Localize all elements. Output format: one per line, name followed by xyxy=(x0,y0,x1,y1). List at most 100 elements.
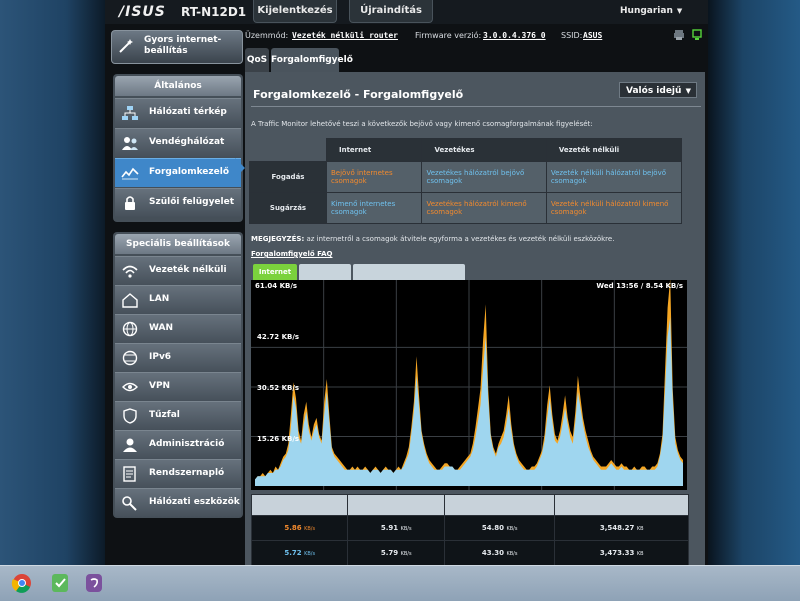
sidebar-item-label: Tűzfal xyxy=(149,410,180,420)
taskbar-viber-button[interactable] xyxy=(80,570,108,596)
view-mode-value: Valós idejű xyxy=(626,86,682,96)
sidebar-item-wan[interactable]: WAN xyxy=(115,314,241,343)
sidebar-item-guest-network[interactable]: Vendéghálózat xyxy=(115,128,241,157)
quick-setup-button[interactable]: Gyors internet-beállítás xyxy=(111,30,243,64)
operation-mode-label: Üzemmód: xyxy=(245,31,289,40)
y-axis-tick-label: 42.72 KB/s xyxy=(257,333,300,341)
sidebar-item-label: Forgalomkezelő xyxy=(149,167,230,177)
stats-value: 5.91 xyxy=(380,524,399,532)
stats-unit: KB/s xyxy=(506,551,518,557)
general-panel-title: Általános xyxy=(115,76,241,96)
table-cell[interactable]: Bejövő internetes csomagok xyxy=(325,161,423,193)
sidebar-item-firewall[interactable]: Tűzfal xyxy=(115,401,241,430)
stats-cell: 3,548.27 KB xyxy=(554,515,689,541)
sidebar-item-wireless[interactable]: Vezeték nélküli xyxy=(115,256,241,285)
header-bar: /ISUS RT-N12D1 Kijelentkezés Újraindítás… xyxy=(105,0,708,24)
sidebar-item-lan[interactable]: LAN xyxy=(115,285,241,314)
stats-unit: KB/s xyxy=(400,551,412,557)
table-cell[interactable]: Vezetékes hálózatról bejövő csomagok xyxy=(421,161,547,193)
traffic-graph: 61.04 KB/s 42.72 KB/s 30.52 KB/s 15.26 K… xyxy=(251,280,687,490)
table-cell[interactable]: Vezetékes hálózatról kimenő csomagok xyxy=(421,192,547,224)
y-axis-tick-label: 30.52 KB/s xyxy=(257,384,300,392)
graph-tab-wired[interactable] xyxy=(299,264,351,280)
table-header-cell: Vezeték nélküli xyxy=(545,138,683,162)
chevron-down-icon: ▼ xyxy=(676,7,683,15)
stats-unit: KB/s xyxy=(400,526,412,532)
sidebar-item-label: Vendéghálózat xyxy=(149,137,225,147)
row-header-transmit: Sugárzás xyxy=(249,192,327,224)
y-axis-tick-label: 15.26 KB/s xyxy=(257,435,300,443)
logout-button[interactable]: Kijelentkezés xyxy=(253,0,337,23)
sidebar-item-label: Adminisztráció xyxy=(149,439,225,449)
printer-icon[interactable] xyxy=(673,29,685,41)
tab-traffic-monitor[interactable]: Forgalomfigyelő xyxy=(271,48,353,72)
stats-cell: 5.91 KB/s xyxy=(347,515,445,541)
taskbar-app-button[interactable] xyxy=(46,570,74,596)
sidebar-item-network-tools[interactable]: Hálózati eszközök xyxy=(115,488,241,517)
view-mode-select[interactable]: Valós idejű ▼ xyxy=(619,82,697,98)
sidebar-item-system-log[interactable]: Rendszernapló xyxy=(115,459,241,488)
stats-value: 3,473.33 xyxy=(599,549,635,557)
status-info-bar: Üzemmód: Vezeték nélküli router Firmware… xyxy=(245,24,708,46)
taskbar xyxy=(0,565,800,601)
traffic-manager-icon xyxy=(121,167,139,180)
graph-tab-wireless[interactable] xyxy=(353,264,465,280)
traffic-chart xyxy=(251,280,687,490)
sidebar-item-traffic-manager[interactable]: Forgalomkezelő xyxy=(115,158,241,187)
note-text: MEGJEGYZÉS: az internetről a csomagok át… xyxy=(251,235,614,243)
ssid-label: SSID: xyxy=(561,31,583,40)
main-content: Forgalomkezelő - Forgalomfigyelő Valós i… xyxy=(245,72,705,565)
system-log-icon xyxy=(123,466,136,482)
firmware-link[interactable]: 3.0.0.4.376_0 xyxy=(483,31,546,40)
stats-value: 5.86 xyxy=(284,524,302,532)
sidebar: Gyors internet-beállítás Általános Hálóz… xyxy=(105,24,245,565)
advanced-panel-title: Speciális beállítások xyxy=(115,234,241,254)
sidebar-item-label: Vezeték nélküli xyxy=(149,265,227,275)
network-status-icon[interactable] xyxy=(691,29,703,41)
table-cell[interactable]: Kimenő internetes csomagok xyxy=(325,192,423,224)
network-map-icon xyxy=(122,106,138,120)
faq-link[interactable]: Forgalomfigyelő FAQ xyxy=(251,250,333,258)
graph-tab-internet[interactable]: Internet xyxy=(253,264,297,280)
table-corner-cell xyxy=(250,139,327,162)
taskbar-chrome-button[interactable] xyxy=(8,570,36,596)
graph-timestamp: Wed 13:56 / 8.54 KB/s xyxy=(596,282,683,290)
stats-row-outbound: 5.72 KB/s 5.79 KB/s 43.30 KB/s 3,473.33 … xyxy=(250,540,689,565)
stats-unit: KB/s xyxy=(506,526,518,532)
stats-cell: 43.30 KB/s xyxy=(443,540,556,565)
row-header-receive: Fogadás xyxy=(249,161,327,193)
firewall-icon xyxy=(123,408,137,424)
desktop-background-right xyxy=(705,0,800,565)
stats-value: 3,548.27 xyxy=(599,524,635,532)
reboot-button[interactable]: Újraindítás xyxy=(349,0,433,23)
guest-network-icon xyxy=(122,137,138,150)
language-select[interactable]: Hungarian ▼ xyxy=(620,6,682,16)
stats-unit: KB/s xyxy=(304,551,316,557)
active-item-pointer xyxy=(235,158,245,178)
sidebar-item-vpn[interactable]: VPN xyxy=(115,372,241,401)
firmware-label: Firmware verzió: xyxy=(415,31,482,40)
parental-control-icon xyxy=(125,196,135,210)
sidebar-item-parental-control[interactable]: Szülői felügyelet xyxy=(115,188,241,217)
note-body: az internetről a csomagok átvitele egyfo… xyxy=(304,235,615,243)
table-row: Sugárzás Kimenő internetes csomagok Veze… xyxy=(249,192,683,224)
router-admin-window: /ISUS RT-N12D1 Kijelentkezés Újraindítás… xyxy=(105,0,708,565)
stats-unit: KB/s xyxy=(304,526,316,532)
sidebar-item-ipv6[interactable]: IPv6 xyxy=(115,343,241,372)
general-panel: Általános Hálózati térkép Vendéghálózat … xyxy=(113,74,243,222)
ssid-link[interactable]: ASUS xyxy=(583,31,602,40)
operation-mode-link[interactable]: Vezeték nélküli router xyxy=(292,31,398,40)
table-header-cell: Vezetékes xyxy=(421,138,547,162)
tab-qos[interactable]: QoS xyxy=(245,48,269,72)
stats-value: 5.72 xyxy=(284,549,302,557)
table-cell[interactable]: Vezeték nélküli hálózatról bejövő csomag… xyxy=(545,161,683,193)
sidebar-item-network-map[interactable]: Hálózati térkép xyxy=(115,98,241,127)
table-cell[interactable]: Vezeték nélküli hálózatról kimenő csomag… xyxy=(545,192,683,224)
sidebar-item-label: IPv6 xyxy=(149,352,172,362)
sidebar-item-label: Hálózati térkép xyxy=(149,107,227,117)
advanced-panel: Speciális beállítások Vezeték nélküli LA… xyxy=(113,232,243,518)
sidebar-item-label: Hálózati eszközök xyxy=(149,497,240,507)
stats-cell: 54.80 KB/s xyxy=(443,515,556,541)
table-row: Fogadás Bejövő internetes csomagok Vezet… xyxy=(249,161,683,193)
sidebar-item-administration[interactable]: Adminisztráció xyxy=(115,430,241,459)
